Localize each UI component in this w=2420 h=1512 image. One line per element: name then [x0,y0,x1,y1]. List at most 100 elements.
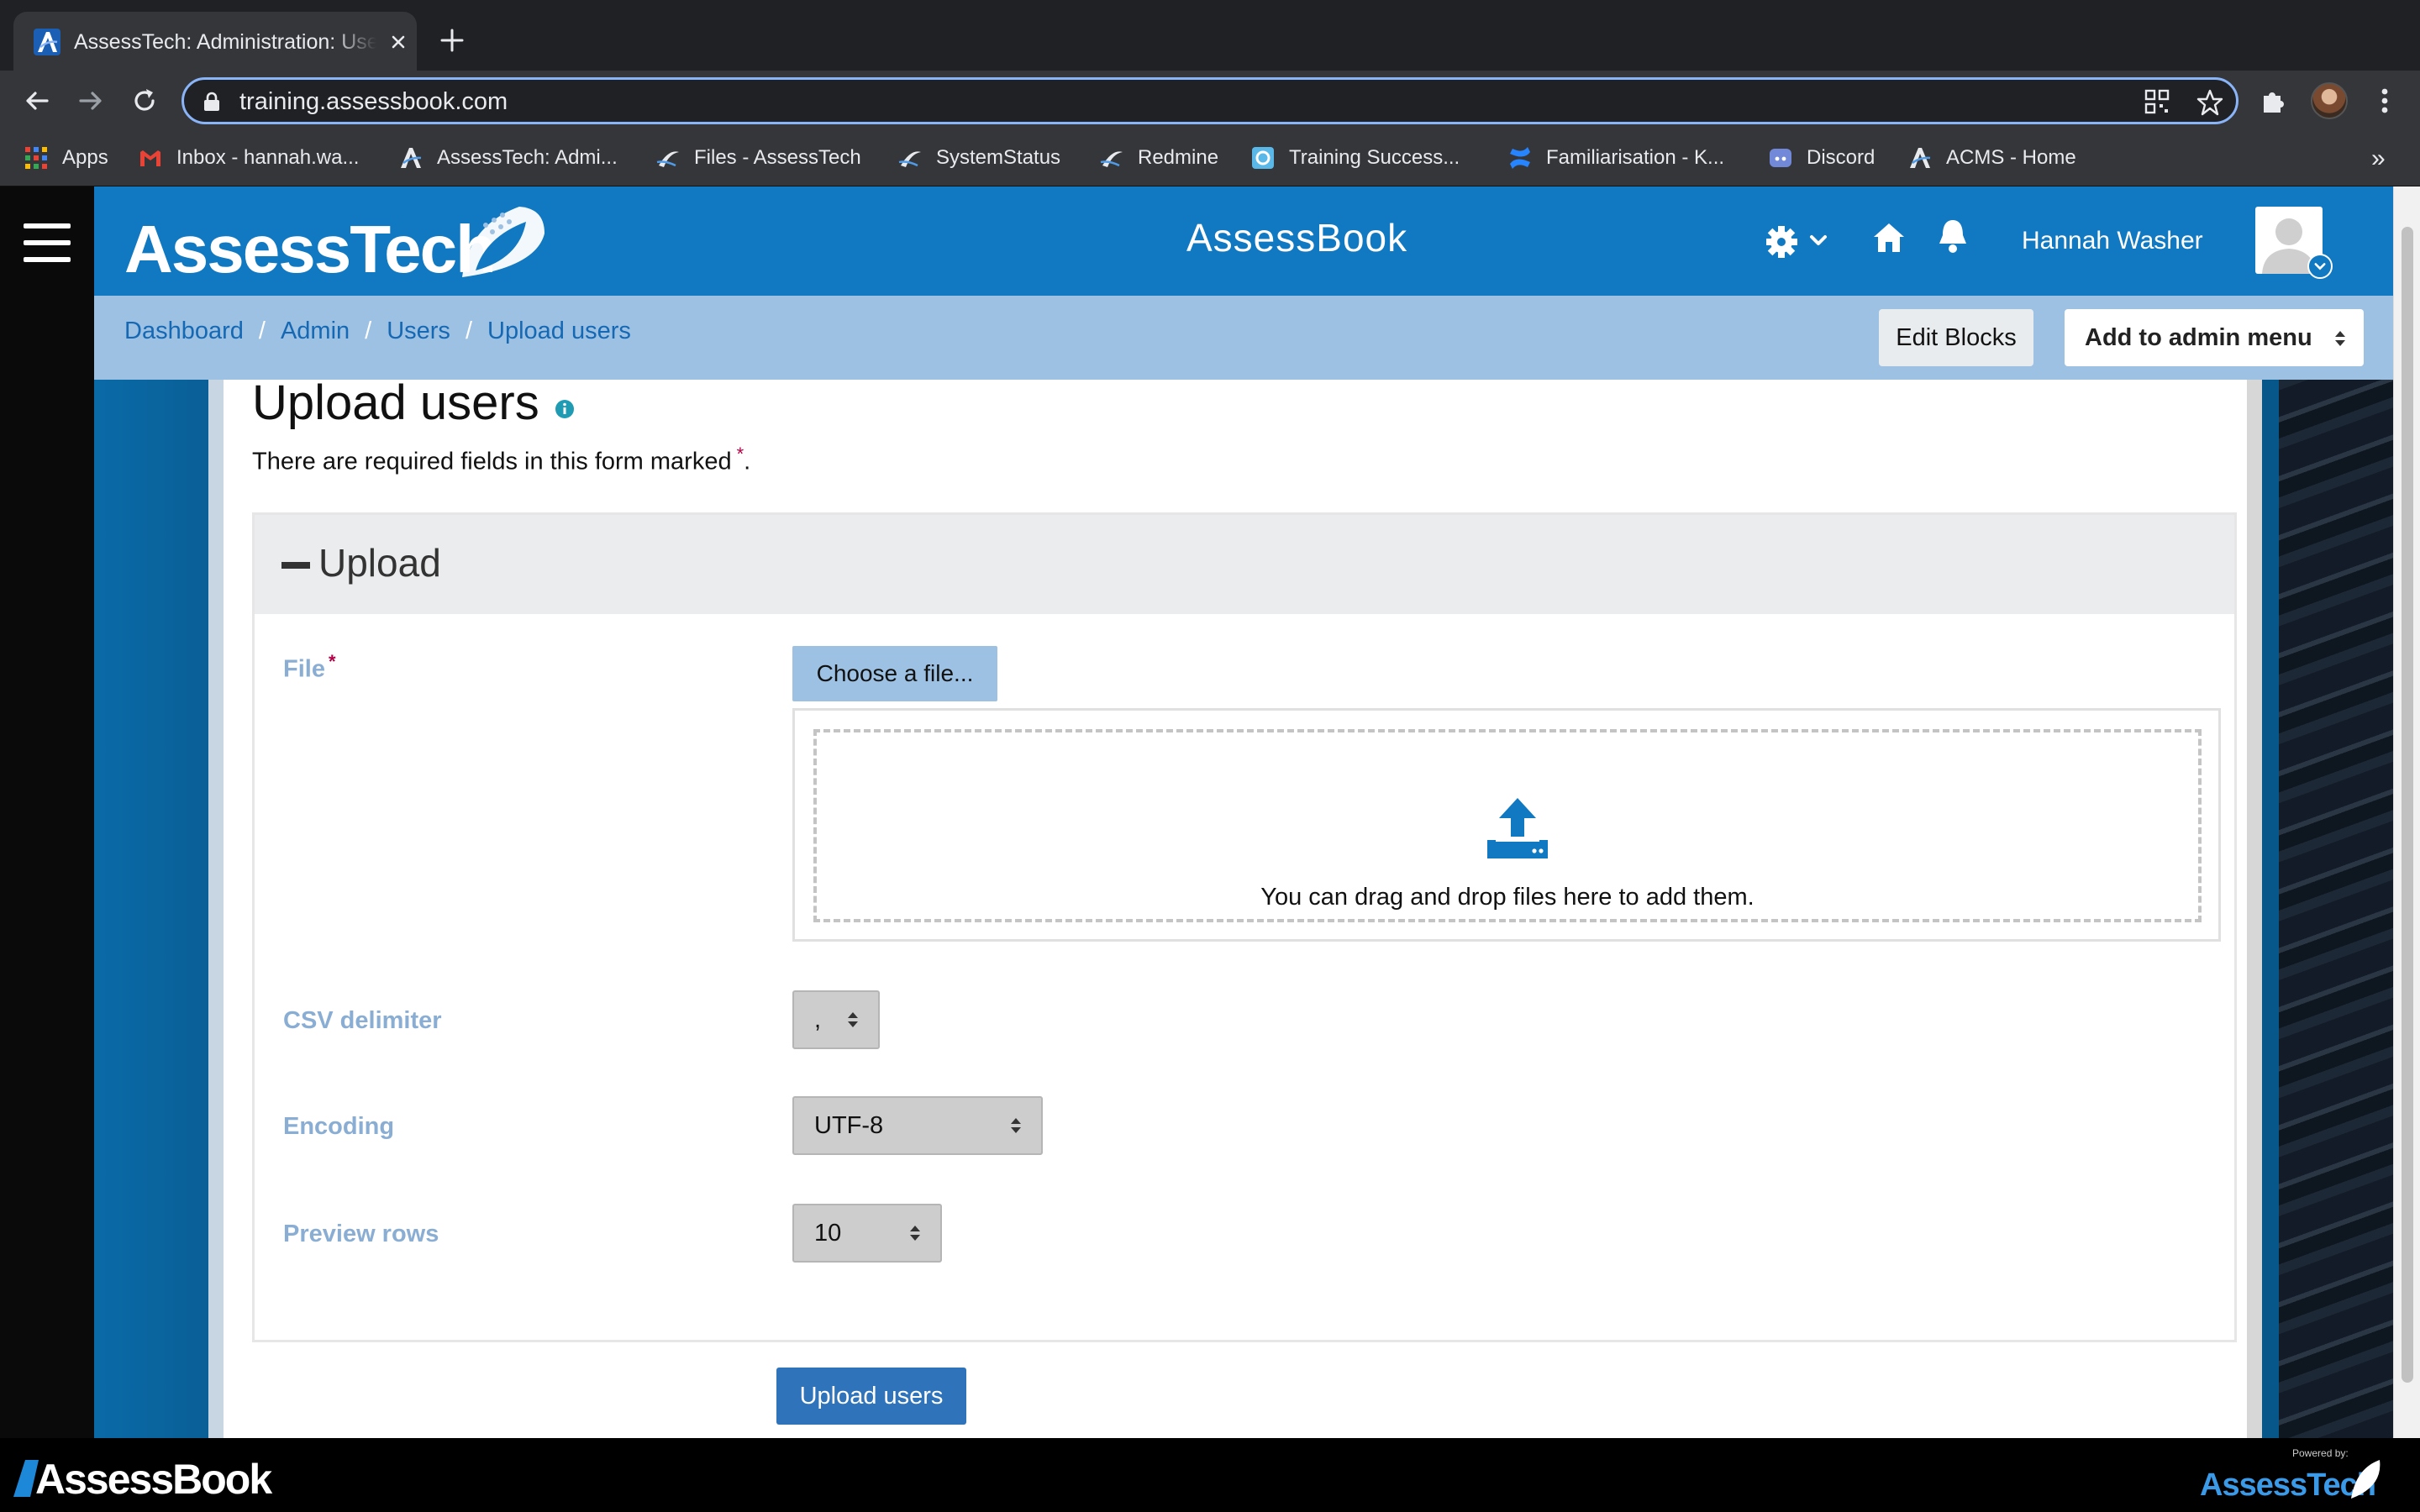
bookmark-label: AssessTech: Admi... [437,146,618,169]
bookmark-apps[interactable]: Apps [24,141,108,175]
assesstech-swoosh-icon [656,151,679,167]
bookmark-assesstech-admin[interactable]: AssessTech: Admi... [398,141,618,175]
browser-toolbar: training.assessbook.com [0,71,2420,131]
forward-arrow-icon[interactable] [74,84,108,118]
edit-blocks-button[interactable]: Edit Blocks [1879,309,2033,366]
required-fields-note: There are required fields in this form m… [252,444,750,476]
add-to-admin-menu-select[interactable]: Add to admin menu [2065,309,2364,366]
assesstech-footer-logo[interactable]: Powered by: AssessTech [2200,1445,2385,1505]
upload-arrow-icon [1487,798,1548,858]
browser-menu-kebab-icon[interactable] [2368,84,2402,118]
bookmark-familiarisation[interactable]: Familiarisation - K... [1507,141,1724,175]
upload-fieldset: Upload File * Choose a file... You can dr… [252,512,2237,1342]
user-name[interactable]: Hannah Washer [2022,227,2203,255]
file-label-text: File [283,655,325,683]
upload-users-submit-button[interactable]: Upload users [776,1368,966,1425]
bookmark-star-icon[interactable] [2196,88,2224,117]
select-updown-icon [848,1012,858,1027]
training-icon [1252,147,1274,169]
apps-grid-icon [25,147,47,169]
page-title-text: Upload users [252,375,539,430]
settings-gear-dropdown-icon[interactable] [1766,225,1833,259]
svg-text:AssessBook: AssessBook [35,1456,272,1502]
file-drop-area[interactable]: You can drag and drop files here to add … [792,708,2221,942]
page-viewport: AssessTech AssessBook Hannah Washer Dash… [0,186,2420,1438]
breadcrumb-separator: / [258,318,266,344]
tab-close-icon[interactable] [387,30,410,54]
assessbook-footer-logo[interactable]: AssessBook [13,1448,282,1502]
new-tab-icon[interactable] [437,25,467,55]
bookmark-files[interactable]: Files - AssessTech [655,141,861,175]
more-bookmarks-chevron[interactable]: » [2371,144,2386,173]
info-help-icon[interactable] [555,399,575,419]
back-arrow-icon[interactable] [20,84,54,118]
browser-tab-strip: AssessTech: Administration: Users [0,0,2420,71]
scrollbar-thumb[interactable] [2402,227,2413,1383]
csv-delimiter-label: CSV delimiter [283,1007,442,1034]
notifications-bell-icon[interactable] [1934,217,1971,255]
bookmark-acms[interactable]: ACMS - Home [1907,141,2076,175]
select-updown-icon [1011,1118,1021,1133]
breadcrumb-users[interactable]: Users [387,318,450,345]
required-asterisk: * [328,651,336,672]
browser-profile-avatar[interactable] [2311,82,2348,119]
gmail-icon [140,150,160,166]
bookmark-discord[interactable]: Discord [1768,141,1875,175]
address-bar[interactable]: training.assessbook.com [182,77,2238,124]
csv-delimiter-value: , [814,1006,822,1033]
bookmark-label: SystemStatus [936,146,1061,169]
site-title[interactable]: AssessBook [1186,215,1407,260]
breadcrumb-separator: / [365,318,372,344]
file-dropzone[interactable]: You can drag and drop files here to add … [813,729,2202,922]
assesstech-favicon-icon [34,29,60,55]
breadcrumb-separator: / [465,318,472,344]
breadcrumb-upload-users[interactable]: Upload users [487,318,631,345]
breadcrumb-admin[interactable]: Admin [281,318,350,345]
home-icon[interactable] [1870,220,1907,254]
footer-left-logo-text: AssessBook [35,1456,272,1502]
powered-by-caption: Powered by: [2292,1447,2349,1459]
hamburger-menu-icon[interactable] [24,223,71,262]
page-title: Upload users [252,375,575,431]
qr-code-icon[interactable] [2144,88,2170,115]
assesstech-icon [1910,148,1931,168]
bookmark-inbox[interactable]: Inbox - hannah.wa... [138,141,359,175]
assesstech-swoosh-icon [898,151,921,167]
breadcrumb: Dashboard / Admin / Users / Upload users [124,318,631,345]
encoding-label: Encoding [283,1113,395,1140]
extensions-puzzle-icon[interactable] [2257,84,2291,118]
encoding-select[interactable]: UTF-8 [792,1096,1043,1155]
choose-file-button[interactable]: Choose a file... [792,646,997,701]
bookmarks-bar: Apps Inbox - hannah.wa... AssessTech: Ad… [0,131,2420,186]
assesstech-logo[interactable]: AssessTech [124,200,544,284]
bookmark-label: Familiarisation - K... [1546,146,1725,169]
add-to-admin-menu-label: Add to admin menu [2085,324,2312,351]
nav-drawer-strip [0,186,94,1438]
bookmark-redmine[interactable]: Redmine [1099,141,1218,175]
required-note-text: There are required fields in this form m… [252,448,732,475]
encoding-value: UTF-8 [814,1112,884,1139]
bookmark-training-success[interactable]: Training Success... [1250,141,1460,175]
select-updown-icon [2335,331,2345,346]
browser-tab-active[interactable]: AssessTech: Administration: Users [13,12,417,71]
upload-section-header[interactable]: Upload [255,515,2234,614]
tab-title: AssessTech: Administration: Users [74,30,376,54]
page-scrollbar[interactable] [2393,186,2420,1438]
assesstech-icon [401,148,422,168]
user-menu-chevron-icon[interactable] [2307,254,2333,279]
confluence-icon [1510,147,1530,169]
bookmark-label: Redmine [1138,146,1219,169]
preview-rows-select[interactable]: 10 [792,1204,942,1263]
collapse-minus-icon[interactable] [281,562,310,569]
drop-instructions: You can drag and drop files here to add … [1260,884,1754,911]
reload-icon[interactable] [128,84,161,118]
breadcrumb-dashboard[interactable]: Dashboard [124,318,244,345]
site-footer: AssessBook Powered by: AssessTech [0,1438,2420,1512]
url-text: training.assessbook.com [239,88,508,115]
assesstech-swoosh-icon [1100,151,1123,167]
csv-delimiter-select[interactable]: , [792,990,880,1049]
main-content: Upload users There are required fields i… [208,375,2262,1438]
section-title: Upload [318,541,441,585]
logo-text: AssessTech [124,212,495,284]
bookmark-systemstatus[interactable]: SystemStatus [897,141,1060,175]
